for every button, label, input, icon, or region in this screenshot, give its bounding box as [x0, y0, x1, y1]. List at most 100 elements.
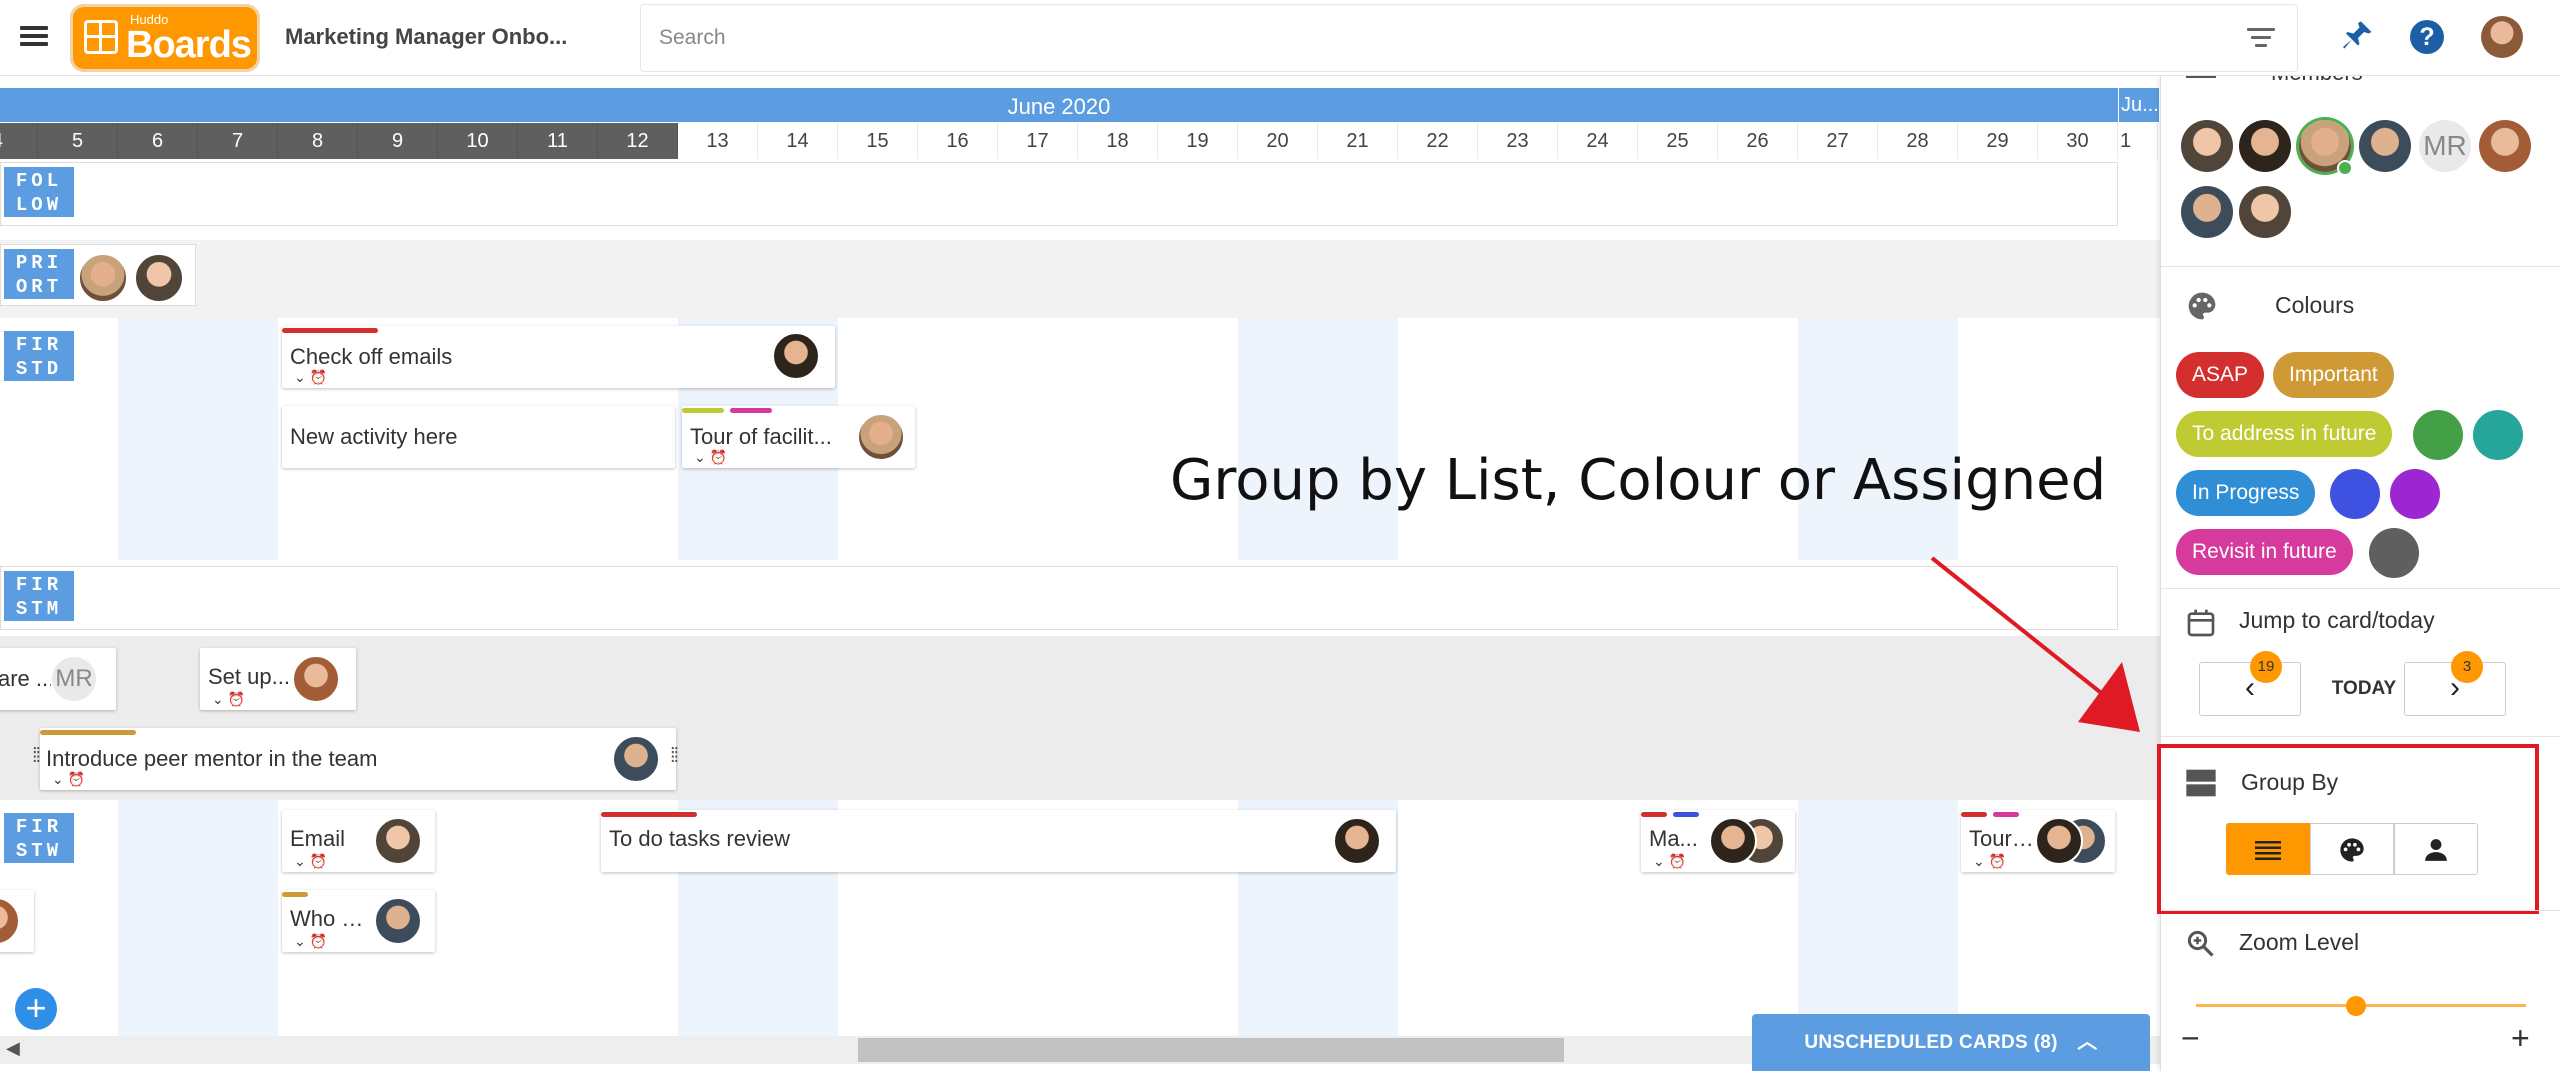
day-cell: 17: [998, 123, 1078, 159]
member-avatar[interactable]: [2479, 120, 2531, 172]
colour-dot[interactable]: [2390, 469, 2440, 519]
zoom-out-button[interactable]: −: [2181, 1020, 2200, 1057]
colour-dot[interactable]: [2330, 469, 2380, 519]
member-avatar[interactable]: [2359, 120, 2411, 172]
help-icon[interactable]: ?: [2410, 20, 2444, 54]
card-title: To do tasks review: [609, 826, 790, 851]
member-avatar[interactable]: [2181, 120, 2233, 172]
card[interactable]: Check off emails ⌄ ⏰: [282, 326, 835, 388]
day-cell: 12: [598, 123, 678, 159]
scrollbar-thumb[interactable]: [858, 1038, 1564, 1062]
side-panel: Members MR Colours ASAP Important To add…: [2157, 60, 2560, 1071]
day-cell: 15: [838, 123, 918, 159]
lane-label[interactable]: FIR STW: [4, 813, 74, 863]
prev-card-button[interactable]: ‹ 19: [2199, 651, 2301, 716]
day-cell: 9: [358, 123, 438, 159]
group-by-icon: [2186, 769, 2216, 797]
card[interactable]: Ma... ⌄ ⏰: [1641, 810, 1795, 872]
card[interactable]: Tour ... ⌄ ⏰: [1961, 810, 2115, 872]
colour-chip-asap[interactable]: ASAP: [2176, 352, 2265, 398]
colour-tag: [282, 328, 378, 333]
list-icon: [2255, 840, 2281, 860]
colour-dot[interactable]: [2413, 410, 2463, 460]
member-avatar[interactable]: [2181, 186, 2233, 238]
card[interactable]: Introduce peer mentor in the team ⌄ ⏰: [40, 728, 676, 790]
member-avatar[interactable]: MR: [2419, 120, 2471, 172]
card-meta-icons: ⌄ ⏰: [294, 369, 328, 385]
day-cell: 7: [198, 123, 278, 159]
card[interactable]: Email ⌄ ⏰: [282, 810, 435, 872]
next-card-button[interactable]: › 3: [2404, 651, 2506, 716]
filter-icon[interactable]: [2247, 28, 2275, 50]
card[interactable]: [0, 890, 34, 952]
card[interactable]: To do tasks review: [601, 810, 1396, 872]
zoom-icon: [2187, 930, 2214, 957]
lane-label[interactable]: FIR STD: [4, 331, 74, 381]
card-title: Check off emails: [290, 344, 453, 369]
colour-chip-revisit[interactable]: Revisit in future: [2176, 529, 2353, 575]
card-title: Tour of facilit...: [690, 424, 832, 449]
unscheduled-cards-button[interactable]: UNSCHEDULED CARDS (8) ︿: [1752, 1014, 2150, 1071]
day-cell: 24: [1558, 123, 1638, 159]
pin-icon[interactable]: [2340, 17, 2376, 62]
card[interactable]: New activity here: [282, 406, 675, 468]
member-avatar[interactable]: [2239, 120, 2291, 172]
user-avatar[interactable]: [2481, 16, 2523, 58]
today-button[interactable]: TODAY: [2319, 678, 2409, 700]
colour-chip-in-progress[interactable]: In Progress: [2176, 470, 2316, 516]
card[interactable]: are ... MR: [0, 648, 116, 710]
unscheduled-label: UNSCHEDULED CARDS (8): [1804, 1032, 2058, 1053]
colour-tag: [282, 892, 308, 897]
day-cell: 28: [1878, 123, 1958, 159]
day-cell: 10: [438, 123, 518, 159]
day-header-row: 4 56789101112131415161718192021222324252…: [0, 123, 2160, 159]
lane-strip: [0, 566, 2118, 630]
lane-member-avatar: [78, 253, 128, 303]
search-input[interactable]: [640, 4, 2298, 72]
member-avatar[interactable]: [2239, 186, 2291, 238]
group-by-list-button[interactable]: [2226, 823, 2310, 875]
card[interactable]: Tour of facilit... ⌄ ⏰: [682, 406, 915, 468]
colour-chip-important[interactable]: Important: [2273, 352, 2394, 398]
prev-count-badge: 19: [2250, 651, 2282, 683]
colour-dot[interactable]: [2369, 528, 2419, 578]
colour-chip-to-address[interactable]: To address in future: [2176, 411, 2393, 457]
add-button[interactable]: +: [15, 988, 57, 1030]
calendar-icon: [2187, 609, 2215, 637]
lane-label[interactable]: FIR STM: [4, 571, 74, 621]
card-meta-icons: ⌄ ⏰: [1973, 853, 2007, 869]
card-title: Set up...: [208, 664, 290, 689]
zoom-slider-thumb[interactable]: [2346, 996, 2366, 1016]
day-cell: 25: [1638, 123, 1718, 159]
colour-dot[interactable]: [2473, 410, 2523, 460]
group-by-colour-button[interactable]: [2310, 823, 2394, 875]
day-cell: 5: [38, 123, 118, 159]
day-cell: 29: [1958, 123, 2038, 159]
scroll-left-icon[interactable]: ◀: [6, 1038, 20, 1059]
app-logo[interactable]: Huddo Boards: [70, 4, 260, 72]
group-by-assigned-button[interactable]: [2394, 823, 2478, 875]
card[interactable]: Set up... ⌄ ⏰: [200, 648, 356, 710]
day-cell: 11: [518, 123, 598, 159]
card-assignee-avatar: [0, 897, 20, 945]
logo-text: Boards: [126, 24, 252, 66]
day-cell: 27: [1798, 123, 1878, 159]
day-cell: 8: [278, 123, 358, 159]
day-cell: 20: [1238, 123, 1318, 159]
card[interactable]: Who a... ⌄ ⏰: [282, 890, 435, 952]
board-title[interactable]: Marketing Manager Onbo...: [285, 24, 585, 50]
drag-handle-icon[interactable]: ⁞⁞: [670, 746, 679, 766]
jump-title: Jump to card/today: [2239, 607, 2435, 633]
month-label: June 2020: [1007, 94, 1111, 119]
app-root: Huddo Boards Marketing Manager Onbo... ?…: [0, 0, 2560, 1071]
colour-tag: [1961, 812, 1987, 817]
day-cell: 26: [1718, 123, 1798, 159]
lane-label[interactable]: FOL LOW: [4, 167, 74, 217]
card-title: New activity here: [290, 424, 458, 449]
hamburger-menu-icon[interactable]: [18, 22, 58, 54]
card-assignee-avatar: [1709, 817, 1757, 865]
drag-handle-icon[interactable]: ⁞⁞: [32, 746, 41, 766]
lane-label[interactable]: PRI ORT: [4, 249, 74, 299]
zoom-in-button[interactable]: +: [2511, 1020, 2530, 1057]
divider: [2161, 588, 2560, 589]
